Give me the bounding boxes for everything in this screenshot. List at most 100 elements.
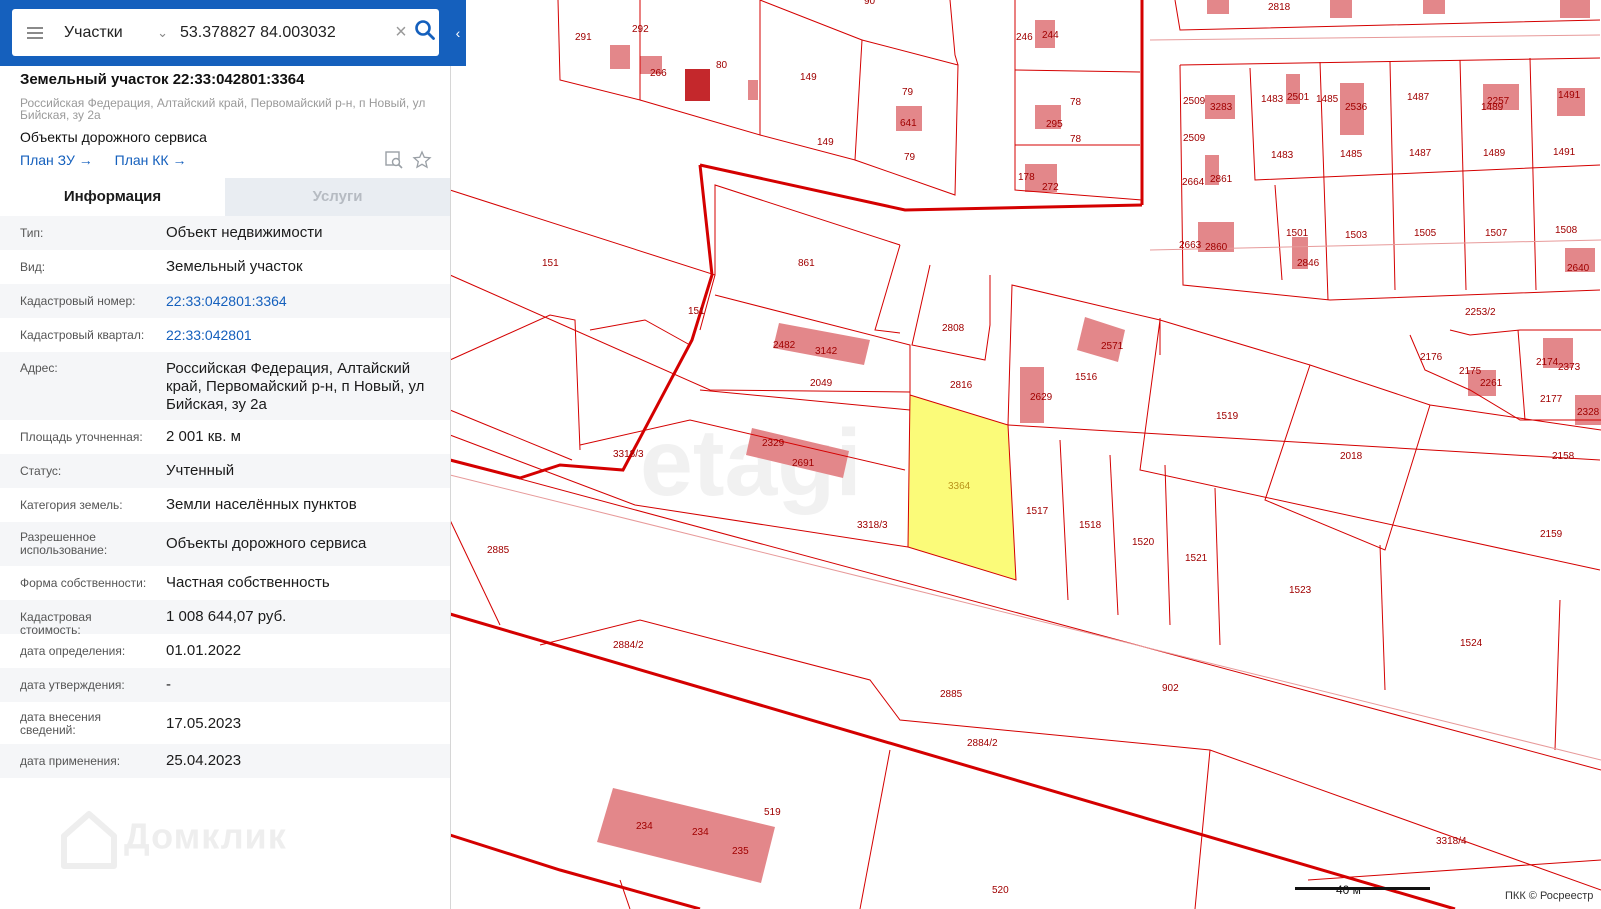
info-row: Площадь уточненная: 2 001 кв. м — [0, 420, 450, 454]
svg-text:2159: 2159 — [1540, 529, 1563, 540]
svg-text:641: 641 — [900, 118, 917, 129]
svg-text:78: 78 — [1070, 97, 1082, 108]
object-type-value: Участки — [64, 24, 123, 41]
svg-text:2884/2: 2884/2 — [613, 640, 644, 651]
tab-information[interactable]: Информация — [0, 178, 225, 216]
info-row-label: Форма собственности: — [20, 576, 147, 590]
svg-text:2861: 2861 — [1210, 174, 1233, 185]
svg-text:246: 246 — [1016, 32, 1033, 43]
info-row-label: дата применения: — [20, 754, 121, 768]
svg-text:1524: 1524 — [1460, 638, 1483, 649]
svg-text:2328: 2328 — [1577, 407, 1600, 418]
svg-text:244: 244 — [1042, 30, 1059, 41]
info-table: Тип: Объект недвижимости Вид: Земельный уча… — [0, 216, 450, 778]
svg-text:1523: 1523 — [1289, 585, 1312, 596]
tab-services[interactable]: Услуги — [225, 178, 450, 216]
svg-text:1505: 1505 — [1414, 228, 1437, 239]
info-row: дата внесения сведений: 17.05.2023 — [0, 702, 450, 744]
search-button[interactable] — [414, 19, 440, 45]
svg-text:2501: 2501 — [1287, 92, 1310, 103]
search-box: Участки ⌄ 53.378827 84.003032 × — [12, 9, 439, 56]
info-row-value: 01.01.2022 — [166, 642, 242, 659]
search-input[interactable]: 53.378827 84.003032 — [180, 9, 390, 56]
info-row: Адрес: Российская Федерация, Алтайский кр… — [0, 352, 450, 420]
info-row-value: 17.05.2023 — [166, 715, 242, 732]
info-row-label: дата утверждения: — [20, 678, 125, 692]
svg-text:2664: 2664 — [1182, 177, 1205, 188]
watermark-text: Домклик — [124, 815, 287, 857]
search-bar: Участки ⌄ 53.378827 84.003032 × — [0, 0, 450, 66]
svg-text:2808: 2808 — [942, 323, 965, 334]
info-row: дата утверждения: - — [0, 668, 450, 702]
svg-text:90: 90 — [864, 0, 876, 7]
info-row-label: дата определения: — [20, 644, 126, 658]
svg-text:3318/4: 3318/4 — [1436, 836, 1467, 847]
info-row-value: Российская Федерация, Алтайский край, Пе… — [166, 360, 425, 413]
svg-text:1518: 1518 — [1079, 520, 1102, 531]
svg-text:1483: 1483 — [1261, 94, 1284, 105]
svg-text:291: 291 — [575, 32, 592, 43]
info-row-link[interactable]: 22:33:042801:3364 — [166, 292, 436, 310]
info-row-value: 1 008 644,07 руб. — [166, 608, 287, 625]
domclick-watermark: Домклик — [60, 808, 287, 870]
panel-tabs: Информация Услуги — [0, 178, 450, 216]
collapse-panel-button[interactable]: ‹ — [450, 0, 466, 66]
svg-text:235: 235 — [732, 846, 749, 857]
info-row: дата применения: 25.04.2023 — [0, 744, 450, 778]
info-row-value: Учтенный — [166, 462, 235, 479]
star-icon[interactable] — [412, 150, 432, 169]
object-type-select[interactable]: Участки ⌄ — [64, 9, 174, 56]
svg-text:2860: 2860 — [1205, 242, 1228, 253]
building-dark — [685, 69, 710, 101]
panel-tools — [385, 150, 435, 170]
svg-text:2482: 2482 — [773, 340, 796, 351]
clear-search-button[interactable]: × — [390, 21, 412, 43]
info-row-value: Объекты дорожного сервиса — [166, 535, 367, 552]
svg-text:861: 861 — [798, 258, 815, 269]
info-row-value: Объект недвижимости — [166, 224, 323, 241]
info-row: Форма собственности: Частная собственност… — [0, 566, 450, 600]
svg-text:266: 266 — [650, 68, 667, 79]
svg-text:234: 234 — [692, 827, 709, 838]
plan-zu-link[interactable]: План ЗУ → — [20, 152, 93, 168]
svg-text:1519: 1519 — [1216, 411, 1239, 422]
svg-text:149: 149 — [800, 72, 817, 83]
svg-text:2176: 2176 — [1420, 352, 1443, 363]
info-row-label: Категория земель: — [20, 498, 123, 512]
map-attribution: ПКК © Росреестр — [1502, 889, 1597, 903]
svg-text:1491: 1491 — [1553, 147, 1576, 158]
info-row-value: Земли населённых пунктов — [166, 496, 357, 513]
svg-text:2158: 2158 — [1552, 451, 1575, 462]
svg-text:151: 151 — [542, 258, 559, 269]
svg-text:520: 520 — [992, 885, 1009, 896]
parcel-address: Российская Федерация, Алтайский край, Пе… — [20, 96, 426, 122]
svg-text:1487: 1487 — [1407, 92, 1430, 103]
svg-text:79: 79 — [904, 152, 916, 163]
svg-text:2373: 2373 — [1558, 362, 1581, 373]
search-document-icon[interactable] — [385, 151, 403, 169]
menu-icon — [27, 31, 43, 34]
svg-text:2536: 2536 — [1345, 102, 1368, 113]
info-row: дата определения: 01.01.2022 — [0, 634, 450, 668]
svg-text:1520: 1520 — [1132, 537, 1155, 548]
info-row: Статус: Учтенный — [0, 454, 450, 488]
svg-text:2691: 2691 — [792, 458, 815, 469]
svg-text:3142: 3142 — [815, 346, 838, 357]
svg-text:1487: 1487 — [1409, 148, 1432, 159]
info-row-link[interactable]: 22:33:042801 — [166, 326, 436, 344]
scale-label: 40 м — [1336, 883, 1361, 897]
svg-text:2018: 2018 — [1340, 451, 1363, 462]
info-row-label: Кадастровый квартал: — [20, 328, 145, 342]
svg-text:2663: 2663 — [1179, 240, 1202, 251]
home-logo-icon — [61, 811, 117, 869]
menu-button[interactable] — [12, 9, 58, 56]
svg-text:2571: 2571 — [1101, 341, 1124, 352]
svg-text:2253/2: 2253/2 — [1465, 307, 1496, 318]
svg-text:149: 149 — [817, 137, 834, 148]
plan-kk-link[interactable]: План КК → — [115, 152, 187, 168]
svg-text:1503: 1503 — [1345, 230, 1368, 241]
info-row-label: Кадастровый номер: — [20, 294, 136, 308]
svg-text:1516: 1516 — [1075, 372, 1098, 383]
svg-text:2509: 2509 — [1183, 96, 1206, 107]
svg-text:2885: 2885 — [487, 545, 510, 556]
